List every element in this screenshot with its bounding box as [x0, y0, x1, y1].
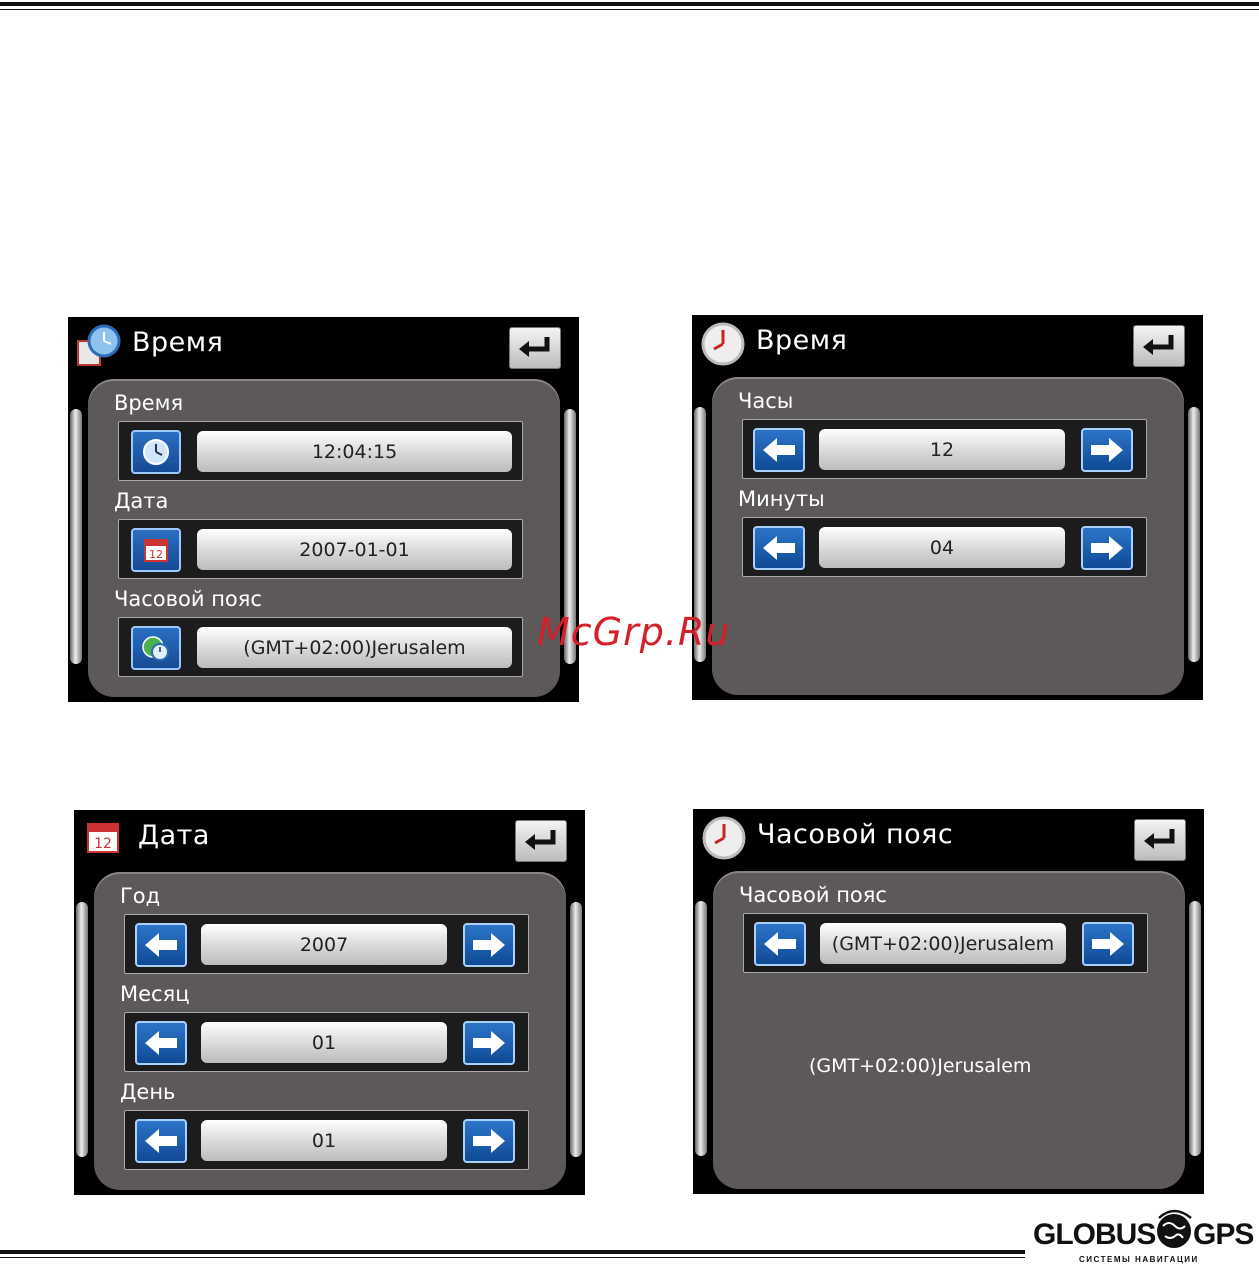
- date-value-field[interactable]: 2007-01-01: [197, 529, 512, 570]
- bottom-rule-thin: [0, 1257, 1025, 1258]
- calendar-icon[interactable]: 12: [131, 528, 181, 572]
- globe-clock-icon[interactable]: [131, 626, 181, 670]
- timezone-previous-button[interactable]: [754, 922, 806, 966]
- back-button[interactable]: [1133, 325, 1185, 367]
- time-row[interactable]: 12:04:15: [118, 421, 523, 481]
- timezone-next-button[interactable]: [1082, 922, 1134, 966]
- month-decrease-button[interactable]: [135, 1021, 187, 1065]
- timezone-row[interactable]: (GMT+02:00)Jerusalem: [118, 617, 523, 677]
- screen-time-main: Время Время 12:04:15 Дата 12 2007-01-01 …: [68, 317, 579, 702]
- hours-row: 12: [742, 419, 1147, 479]
- year-increase-button[interactable]: [463, 923, 515, 967]
- clock-icon[interactable]: [131, 430, 181, 474]
- current-timezone-text: (GMT+02:00)Jerusalem: [809, 1055, 1032, 1077]
- settings-panel: Часы 12 Минуты 04: [712, 377, 1184, 695]
- svg-text:12: 12: [149, 548, 163, 561]
- left-arrow-icon: [764, 932, 796, 956]
- minutes-row: 04: [742, 517, 1147, 577]
- year-value-field: 2007: [201, 924, 447, 965]
- left-arrow-icon: [145, 1031, 177, 1055]
- bottom-rule: [0, 1250, 1025, 1254]
- date-row[interactable]: 12 2007-01-01: [118, 519, 523, 579]
- right-arrow-icon: [473, 1031, 505, 1055]
- hours-decrease-button[interactable]: [753, 428, 805, 472]
- return-arrow-icon: [1144, 829, 1175, 849]
- time-value-field[interactable]: 12:04:15: [197, 431, 512, 472]
- screen-date-edit: 12 Дата Год 2007 Месяц 01 День 01: [74, 810, 585, 1195]
- screen-title: Дата: [138, 820, 210, 851]
- settings-panel: Часовой пояс (GMT+02:00)Jerusalem (GMT+0…: [713, 871, 1185, 1189]
- screen-time-edit: Время Часы 12 Минуты 04: [692, 315, 1203, 700]
- left-rail: [76, 902, 88, 1157]
- timezone-value-field[interactable]: (GMT+02:00)Jerusalem: [197, 627, 512, 668]
- screen-title: Часовой пояс: [757, 819, 954, 850]
- day-value-field: 01: [201, 1120, 447, 1161]
- minutes-decrease-button[interactable]: [753, 526, 805, 570]
- clock-icon: [702, 816, 746, 860]
- right-arrow-icon: [1092, 932, 1124, 956]
- back-button[interactable]: [515, 820, 567, 862]
- right-rail: [570, 902, 582, 1157]
- top-rule: [0, 2, 1259, 6]
- timezone-label: Часовой пояс: [739, 883, 887, 907]
- left-rail: [70, 409, 82, 664]
- month-label: Месяц: [120, 982, 190, 1006]
- right-arrow-icon: [473, 1129, 505, 1153]
- settings-panel: Время 12:04:15 Дата 12 2007-01-01 Часово…: [88, 379, 560, 697]
- back-button[interactable]: [509, 327, 561, 369]
- top-rule-thin: [0, 9, 1259, 10]
- hours-value-field: 12: [819, 429, 1065, 470]
- right-rail: [1188, 407, 1200, 662]
- day-row: 01: [124, 1110, 529, 1170]
- month-increase-button[interactable]: [463, 1021, 515, 1065]
- minutes-label: Минуты: [738, 487, 825, 511]
- return-arrow-icon: [1143, 335, 1174, 355]
- right-arrow-icon: [1091, 438, 1123, 462]
- hours-label: Часы: [738, 389, 794, 413]
- left-arrow-icon: [763, 438, 795, 462]
- globe-icon: [1157, 1209, 1192, 1248]
- left-arrow-icon: [145, 933, 177, 957]
- month-row: 01: [124, 1012, 529, 1072]
- year-row: 2007: [124, 914, 529, 974]
- day-decrease-button[interactable]: [135, 1119, 187, 1163]
- time-label: Время: [114, 391, 184, 415]
- right-arrow-icon: [473, 933, 505, 957]
- timezone-row: (GMT+02:00)Jerusalem: [743, 913, 1148, 973]
- timezone-value-field: (GMT+02:00)Jerusalem: [820, 923, 1066, 964]
- day-label: День: [120, 1080, 176, 1104]
- back-button[interactable]: [1134, 819, 1186, 861]
- settings-panel: Год 2007 Месяц 01 День 01: [94, 872, 566, 1190]
- clock-calendar-icon: [77, 324, 121, 366]
- minutes-value-field: 04: [819, 527, 1065, 568]
- clock-icon: [701, 322, 745, 366]
- screen-title: Время: [132, 327, 224, 358]
- month-value-field: 01: [201, 1022, 447, 1063]
- minutes-increase-button[interactable]: [1081, 526, 1133, 570]
- return-arrow-icon: [519, 337, 550, 357]
- return-arrow-icon: [525, 830, 556, 850]
- left-rail: [695, 901, 707, 1156]
- watermark: McGrp.Ru: [537, 610, 731, 654]
- calendar-icon: 12: [87, 823, 119, 853]
- screen-timezone-edit: Часовой пояс Часовой пояс (GMT+02:00)Jer…: [693, 809, 1204, 1194]
- year-decrease-button[interactable]: [135, 923, 187, 967]
- hours-increase-button[interactable]: [1081, 428, 1133, 472]
- logo-text-left: GLOBUS: [1033, 1218, 1156, 1251]
- logo-subtitle: СИСТЕМЫ НАВИГАЦИИ: [1079, 1255, 1199, 1264]
- screen-title: Время: [756, 325, 848, 356]
- right-arrow-icon: [1091, 536, 1123, 560]
- right-rail: [1189, 901, 1201, 1156]
- timezone-label: Часовой пояс: [114, 587, 262, 611]
- date-label: Дата: [114, 489, 169, 513]
- left-arrow-icon: [763, 536, 795, 560]
- globus-gps-logo: GLOBUS GPS СИСТЕМЫ НАВИГАЦИИ: [1033, 1198, 1259, 1267]
- year-label: Год: [120, 884, 161, 908]
- left-arrow-icon: [145, 1129, 177, 1153]
- logo-text-right: GPS: [1193, 1218, 1254, 1251]
- day-increase-button[interactable]: [463, 1119, 515, 1163]
- svg-text:12: 12: [94, 836, 112, 852]
